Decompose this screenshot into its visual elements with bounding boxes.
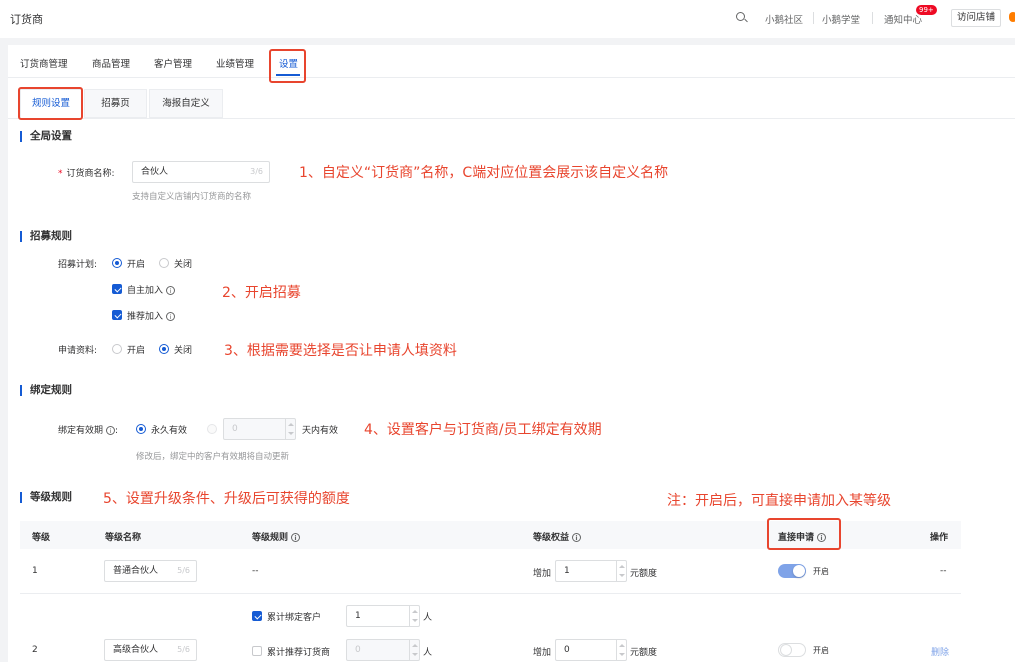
info-icon: i [291, 533, 301, 542]
info-icon: i [572, 533, 582, 542]
col-level-benefit: 等级权益 i [533, 530, 582, 543]
row2-rule-b-checkbox[interactable] [252, 646, 262, 656]
tab-customer-mgmt[interactable]: 客户管理 [154, 56, 192, 70]
highlight-box [767, 518, 841, 550]
annotation-4: 4、设置客户与订货商/员工绑定有效期 [364, 422, 602, 438]
row1-benefit-input[interactable]: 1 [555, 560, 627, 582]
stepper-icon [616, 561, 626, 581]
notification-badge: 99+ [916, 5, 937, 15]
info-icon: i [106, 426, 116, 435]
divider [872, 12, 873, 24]
highlight-box [269, 49, 306, 83]
row2-benefit-suffix: 元额度 [630, 648, 658, 658]
recruit-plan-label: 招募计划: [58, 260, 98, 270]
annotation-2: 2、开启招募 [222, 285, 301, 301]
annotation-note: 注：开启后，可直接申请加入某等级 [667, 493, 891, 509]
apply-info-label: 申请资料: [58, 346, 98, 356]
col-action: 操作 [930, 533, 949, 543]
row-divider [20, 593, 961, 594]
row2-name-input[interactable]: 高级合伙人 5/6 [104, 639, 197, 661]
permanent-radio[interactable] [136, 424, 146, 434]
visit-store-button[interactable]: 访问店铺 [951, 9, 1001, 27]
tab-product-mgmt[interactable]: 商品管理 [92, 56, 130, 70]
divider [813, 12, 814, 24]
row2-benefit-input[interactable]: 0 [555, 639, 627, 661]
section-title-levels: 等级规则 [20, 492, 72, 503]
col-level-rule: 等级规则 i [252, 530, 301, 543]
stepper-icon [409, 606, 419, 626]
stepper-icon [616, 640, 626, 660]
annotation-5: 5、设置升级条件、升级后可获得的额度 [103, 491, 350, 507]
apply-on-radio[interactable] [112, 344, 122, 354]
row1-benefit-prefix: 增加 [533, 569, 552, 579]
row1-action: -- [940, 566, 947, 576]
recruit-on-radio[interactable] [112, 258, 122, 268]
stepper-icon [285, 419, 295, 439]
tab-performance-mgmt[interactable]: 业绩管理 [216, 56, 254, 70]
row2-direct-apply-toggle[interactable] [778, 643, 806, 657]
binding-period-label: 绑定有效期 i: [58, 426, 119, 436]
days-suffix: 天内有效 [302, 426, 339, 436]
recruit-on-label: 开启 [127, 260, 146, 270]
row2-rule-b-label: 累计推荐订货商 [267, 648, 331, 658]
row1-benefit-suffix: 元额度 [630, 569, 658, 579]
recruit-off-radio[interactable] [159, 258, 169, 268]
row2-benefit-prefix: 增加 [533, 648, 552, 658]
app-title: 订货商 [10, 13, 43, 26]
name-label: * 订货商名称: [58, 169, 115, 179]
subtab-poster[interactable]: 海报自定义 [149, 89, 223, 118]
name-help: 支持自定义店铺内订货商的名称 [132, 192, 252, 202]
binding-help: 修改后，绑定中的客户有效期将自动更新 [136, 452, 290, 462]
days-radio[interactable] [207, 424, 217, 434]
info-icon: i [166, 286, 176, 295]
tab-distributor-mgmt[interactable]: 订货商管理 [20, 56, 68, 70]
subtabs-divider [8, 118, 1015, 119]
permanent-label: 永久有效 [151, 426, 188, 436]
distributor-name-input[interactable]: 合伙人 3/6 [132, 161, 270, 183]
row1-name-input[interactable]: 普通合伙人 5/6 [104, 560, 197, 582]
annotation-1: 1、自定义“订货商”名称，C端对应位置会展示该自定义名称 [299, 165, 669, 181]
apply-off-radio[interactable] [159, 344, 169, 354]
row2-level: 2 [32, 645, 38, 655]
section-title-binding: 绑定规则 [20, 385, 72, 396]
community-link[interactable]: 小鹅社区 [765, 12, 803, 26]
info-icon: i [166, 312, 176, 321]
avatar[interactable] [1009, 12, 1015, 22]
row2-rule-a-input[interactable]: 1 [346, 605, 420, 627]
recommend-join-label: 推荐加入 i [127, 309, 176, 322]
row1-rule: -- [252, 566, 259, 576]
row2-rule-b-input[interactable]: 0 [346, 639, 420, 661]
row1-direct-apply-toggle[interactable] [778, 564, 806, 578]
row2-rule-a-unit: 人 [423, 613, 433, 623]
subtab-recruit-page[interactable]: 招募页 [84, 89, 147, 118]
col-level: 等级 [32, 533, 51, 543]
section-title-recruit: 招募规则 [20, 231, 72, 242]
notification-link[interactable]: 通知中心 [884, 12, 922, 26]
apply-on-label: 开启 [127, 346, 146, 356]
row2-delete-link[interactable]: 删除 [931, 645, 949, 658]
apply-off-label: 关闭 [174, 346, 193, 356]
row1-status: 开启 [813, 567, 829, 576]
row2-rule-a-checkbox[interactable] [252, 611, 262, 621]
recruit-off-label: 关闭 [174, 260, 193, 270]
highlight-box [18, 87, 83, 120]
recommend-join-checkbox[interactable] [112, 310, 122, 320]
stepper-icon [409, 640, 419, 660]
self-join-checkbox[interactable] [112, 284, 122, 294]
row2-rule-a-label: 累计绑定客户 [267, 613, 322, 623]
col-level-name: 等级名称 [105, 533, 142, 543]
self-join-label: 自主加入 i [127, 283, 176, 296]
section-title-global: 全局设置 [20, 131, 72, 142]
top-bar: 订货商 小鹅社区 小鹅学堂 通知中心 99+ 访问店铺 [0, 0, 1015, 38]
annotation-3: 3、根据需要选择是否让申请人填资料 [224, 343, 457, 359]
row2-status: 开启 [813, 646, 829, 655]
binding-days-input[interactable]: 0 [223, 418, 296, 440]
school-link[interactable]: 小鹅学堂 [822, 12, 860, 26]
tabs-divider [8, 77, 1015, 78]
row1-level: 1 [32, 566, 38, 576]
row2-rule-b-unit: 人 [423, 648, 433, 658]
search-icon[interactable] [736, 12, 745, 21]
